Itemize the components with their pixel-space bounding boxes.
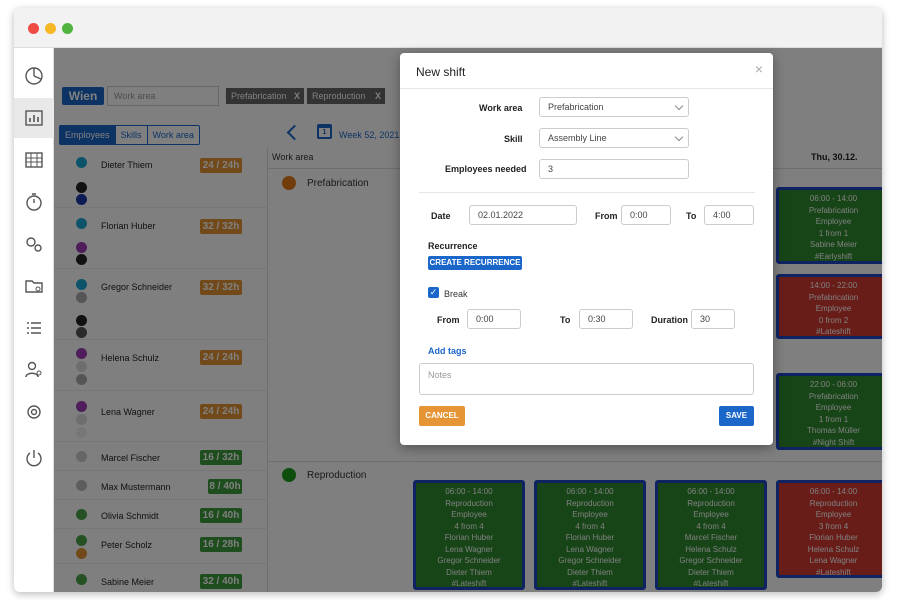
work-area-select[interactable]: Prefabrication bbox=[539, 97, 689, 117]
nav-logout[interactable] bbox=[14, 438, 54, 478]
user-gear-icon bbox=[25, 361, 42, 378]
checkmark-icon: ✓ bbox=[429, 287, 438, 297]
date-input[interactable]: 02.01.2022 bbox=[469, 205, 577, 225]
create-recurrence-button[interactable]: CREATE RECURRENCE bbox=[428, 256, 522, 270]
new-shift-dialog: New shift × Work area Prefabrication Ski… bbox=[400, 53, 773, 445]
from-label: From bbox=[595, 211, 618, 221]
chevron-down-icon bbox=[674, 101, 684, 111]
grid-calendar-icon bbox=[25, 152, 43, 168]
close-window-button[interactable] bbox=[28, 23, 39, 34]
break-to-label: To bbox=[560, 315, 571, 325]
folder-gear-icon bbox=[25, 280, 43, 293]
minimize-window-button[interactable] bbox=[45, 23, 56, 34]
break-label: Break bbox=[444, 289, 468, 299]
from-time-input[interactable]: 0:00 bbox=[621, 205, 671, 225]
nav-user-settings[interactable] bbox=[14, 350, 54, 390]
bar-chart-icon bbox=[25, 110, 43, 126]
sidebar bbox=[14, 48, 54, 592]
break-from-input[interactable]: 0:00 bbox=[467, 309, 521, 329]
gear-icon bbox=[27, 405, 41, 419]
work-area-value: Prefabrication bbox=[548, 102, 604, 112]
nav-list[interactable] bbox=[14, 308, 54, 348]
to-time-input[interactable]: 4:00 bbox=[704, 205, 754, 225]
date-label: Date bbox=[431, 211, 451, 221]
nav-calendar[interactable] bbox=[14, 140, 54, 180]
pie-chart-icon bbox=[25, 67, 43, 85]
title-bar bbox=[14, 8, 882, 48]
duration-label: Duration bbox=[651, 315, 688, 325]
maximize-window-button[interactable] bbox=[62, 23, 73, 34]
stopwatch-icon bbox=[26, 193, 42, 211]
nav-folders[interactable] bbox=[14, 266, 54, 306]
nav-time[interactable] bbox=[14, 182, 54, 222]
work-area-label: Work area bbox=[479, 103, 523, 113]
break-from-label: From bbox=[437, 315, 460, 325]
chevron-down-icon bbox=[674, 132, 684, 142]
skill-label: Skill bbox=[504, 134, 523, 144]
nav-reports[interactable] bbox=[14, 98, 54, 138]
skill-value: Assembly Line bbox=[548, 133, 607, 143]
cancel-button[interactable]: CANCEL bbox=[419, 406, 465, 426]
add-tags-link[interactable]: Add tags bbox=[428, 346, 467, 356]
notes-textarea[interactable]: Notes bbox=[419, 363, 754, 395]
skill-select[interactable]: Assembly Line bbox=[539, 128, 689, 148]
list-icon bbox=[27, 322, 41, 334]
employees-needed-input[interactable]: 3 bbox=[539, 159, 689, 179]
recurrence-label: Recurrence bbox=[428, 241, 478, 251]
nav-dashboard[interactable] bbox=[14, 56, 54, 96]
save-button[interactable]: SAVE bbox=[719, 406, 754, 426]
dialog-divider bbox=[400, 88, 773, 89]
duration-input[interactable]: 30 bbox=[691, 309, 735, 329]
nav-settings-group[interactable] bbox=[14, 224, 54, 264]
close-icon[interactable]: × bbox=[755, 61, 763, 77]
power-icon bbox=[26, 450, 42, 467]
break-to-input[interactable]: 0:30 bbox=[579, 309, 633, 329]
dialog-title: New shift bbox=[416, 65, 466, 79]
employees-needed-label: Employees needed bbox=[445, 164, 527, 174]
nav-settings[interactable] bbox=[14, 392, 54, 432]
break-checkbox[interactable]: ✓ bbox=[428, 287, 439, 298]
to-label: To bbox=[686, 211, 697, 221]
section-divider bbox=[419, 192, 755, 193]
gears-icon bbox=[26, 237, 42, 252]
